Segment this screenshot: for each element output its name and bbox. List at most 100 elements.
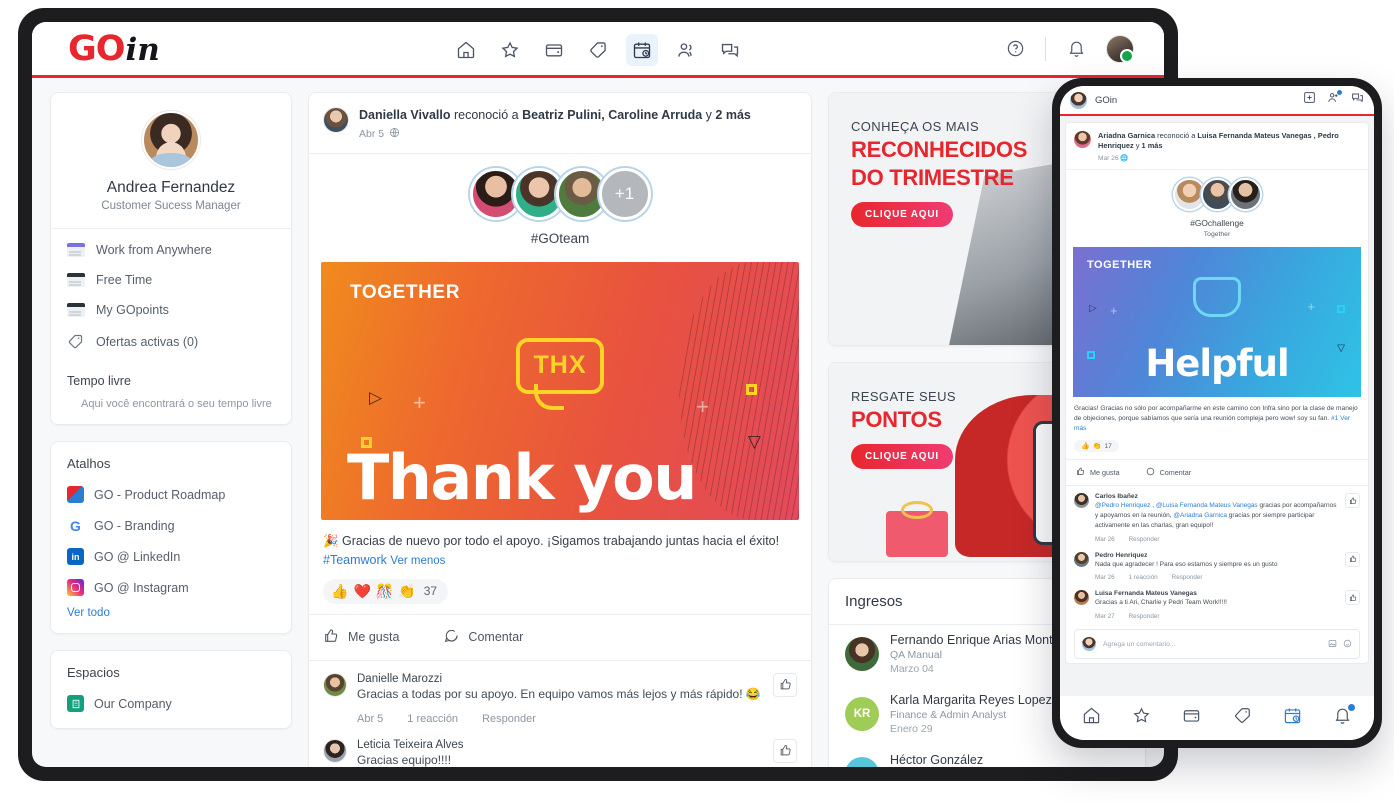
- mobile-comment-reactions[interactable]: 1 reacción: [1129, 574, 1158, 581]
- mobile-header: GOin: [1060, 86, 1374, 116]
- post-recipients[interactable]: Beatriz Pulini, Caroline Arruda: [522, 108, 702, 122]
- mobile-comment-author[interactable]: Carlos Ibañez: [1095, 493, 1339, 500]
- mobile-nav-home-icon[interactable]: [1082, 706, 1101, 730]
- emoji-picker-icon[interactable]: [1343, 635, 1352, 653]
- mobile-post-more-count[interactable]: 1 más: [1142, 141, 1163, 150]
- nav-people-icon[interactable]: [670, 34, 702, 66]
- comment-like-button[interactable]: [773, 672, 797, 697]
- add-post-icon[interactable]: [1303, 91, 1316, 109]
- mobile-comment-author[interactable]: Pedro Henriquez: [1095, 552, 1339, 559]
- mobile-post-hashtag[interactable]: #GOchallenge: [1066, 218, 1368, 228]
- mobile-comment-author[interactable]: Luisa Fernanda Mateus Vanegas: [1095, 590, 1339, 597]
- mobile-comment-like-button[interactable]: [1345, 551, 1360, 567]
- comment-avatar[interactable]: [323, 738, 347, 763]
- post-hashtag[interactable]: #GOteam: [309, 231, 811, 246]
- promo-cta-button[interactable]: CLIQUE AQUI: [851, 202, 953, 228]
- mobile-chat-icon[interactable]: [1351, 91, 1364, 109]
- promo-kicker: RESGATE SEUS: [851, 389, 956, 404]
- mobile-comment-reply-link[interactable]: Responder: [1172, 574, 1203, 581]
- notification-badge-dot: [1348, 704, 1356, 711]
- recipient-overflow-count[interactable]: +1: [598, 167, 651, 220]
- mobile-comment-avatar[interactable]: [1074, 590, 1089, 606]
- mobile-user-avatar[interactable]: [1070, 91, 1087, 109]
- nav-home-icon[interactable]: [450, 34, 482, 66]
- comment-text: Gracias a todas por su apoyo. En equipo …: [357, 686, 761, 701]
- sidebar-item-label: Free Time: [96, 273, 153, 287]
- nav-wallet-icon[interactable]: [538, 34, 570, 66]
- mobile-app-name: GOin: [1095, 94, 1118, 106]
- notification-bell-icon[interactable]: [1060, 33, 1092, 65]
- mobile-recipient-avatar[interactable]: [1228, 177, 1262, 211]
- shortcut-product-roadmap[interactable]: GO - Product Roadmap: [51, 479, 291, 510]
- building-icon: [67, 695, 84, 712]
- mention-1[interactable]: @Pedro Henriquez: [1095, 502, 1150, 509]
- mobile-reaction-count: 17: [1104, 442, 1112, 450]
- space-our-company[interactable]: Our Company: [51, 688, 291, 728]
- nav-chat-icon[interactable]: [714, 34, 746, 66]
- shortcut-linkedin[interactable]: in GO @ LinkedIn: [51, 541, 291, 572]
- add-people-icon[interactable]: [1327, 90, 1342, 109]
- comment-reply-link[interactable]: Responder: [482, 713, 536, 725]
- mention-3[interactable]: @Ariadna Garnica: [1173, 512, 1227, 519]
- comment-author[interactable]: Danielle Marozzi: [357, 673, 763, 685]
- user-avatar[interactable]: [1106, 34, 1134, 63]
- ingresos-person-row[interactable]: HG Héctor González Designer Enero 01: [829, 745, 1145, 767]
- mobile-nav-calendar-clock-icon[interactable]: [1283, 706, 1302, 730]
- triangle-decoration: ▽: [1337, 342, 1345, 354]
- mobile-post-body-tag[interactable]: #1: [1331, 415, 1338, 422]
- mobile-comment-reply-link[interactable]: Responder: [1129, 613, 1160, 620]
- mobile-comment-input[interactable]: Agrega un comentario...: [1103, 641, 1321, 648]
- mobile-post-author-avatar[interactable]: [1074, 131, 1091, 148]
- comment-button[interactable]: Comentar: [443, 628, 523, 647]
- nav-star-icon[interactable]: [494, 34, 526, 66]
- mobile-nav-bell-icon[interactable]: [1333, 704, 1356, 730]
- mobile-comment-text: Gracias a ti Ari, Charlie y Pedri Team W…: [1095, 599, 1227, 607]
- sidebar-item-free-time[interactable]: Free Time: [51, 265, 291, 295]
- shortcut-instagram[interactable]: GO @ Instagram: [51, 572, 291, 603]
- post-author-avatar[interactable]: [323, 107, 349, 133]
- shortcut-branding[interactable]: G GO - Branding: [51, 510, 291, 541]
- mobile-comment-reply-link[interactable]: Responder: [1129, 536, 1160, 543]
- mention-2[interactable]: @Luisa Fernanda Mateus Vanegas: [1156, 502, 1258, 509]
- sidebar-item-ofertas-activas[interactable]: Ofertas activas (0): [51, 325, 291, 358]
- mobile-post-author[interactable]: Ariadna Garnica: [1098, 131, 1155, 140]
- recipients-block: +1 #GOteam: [309, 154, 811, 256]
- comment-author[interactable]: Leticia Teixeira Alves: [357, 739, 763, 751]
- mobile-nav-wallet-icon[interactable]: [1182, 706, 1201, 730]
- nav-calendar-clock-icon[interactable]: [626, 34, 658, 66]
- promo-cta-button[interactable]: CLIQUE AQUI: [851, 444, 953, 470]
- mobile-comment-like-button[interactable]: [1345, 493, 1360, 509]
- mobile-reaction-summary[interactable]: 👍 👏 17: [1074, 440, 1119, 453]
- mobile-nav-star-icon[interactable]: [1132, 706, 1151, 730]
- post-text: 🎉 Gracias de nuevo por todo el apoyo. ¡S…: [323, 532, 797, 570]
- help-icon[interactable]: [999, 33, 1031, 65]
- post-more-count[interactable]: 2 más: [715, 108, 750, 122]
- mobile-comment-date: Mar 26: [1095, 574, 1115, 582]
- mobile-comment-button[interactable]: Comentar: [1146, 467, 1191, 478]
- post-date: Abr 5: [359, 127, 385, 140]
- brand-logo[interactable]: GO in: [32, 29, 160, 69]
- comment-reactions[interactable]: 1 reacción: [407, 713, 458, 725]
- mobile-comment-avatar[interactable]: [1074, 493, 1089, 509]
- profile-avatar[interactable]: [142, 111, 200, 169]
- mobile-nav-tag-icon[interactable]: [1233, 706, 1252, 730]
- top-navigation-bar: GO in: [32, 22, 1164, 78]
- comment-avatar[interactable]: [323, 672, 347, 697]
- shortcuts-see-all-link[interactable]: Ver todo: [51, 603, 126, 633]
- comment-like-button[interactable]: [773, 738, 797, 763]
- sidebar-item-my-gopoints[interactable]: My GOpoints: [51, 295, 291, 325]
- nav-tag-icon[interactable]: [582, 34, 614, 66]
- image-attach-icon[interactable]: [1328, 635, 1337, 653]
- post-author-name[interactable]: Daniella Vivallo: [359, 108, 450, 122]
- mobile-comment-like-button[interactable]: [1345, 590, 1360, 606]
- see-less-link[interactable]: Ver menos: [390, 555, 445, 567]
- reaction-summary[interactable]: 👍 ❤️ 🎊 👏 37: [323, 578, 449, 604]
- post-body-hashtag[interactable]: #Teamwork: [323, 553, 387, 567]
- like-button[interactable]: Me gusta: [323, 628, 399, 647]
- nav-icon-group: [32, 22, 1164, 78]
- mobile-comment-input-row[interactable]: Agrega un comentario...: [1074, 629, 1360, 660]
- mobile-feed: Ariadna Garnica reconoció a Luisa Fernan…: [1060, 116, 1374, 696]
- sidebar-item-work-from-anywhere[interactable]: Work from Anywhere: [51, 235, 291, 265]
- mobile-like-button[interactable]: Me gusta: [1076, 467, 1120, 478]
- mobile-comment-avatar[interactable]: [1074, 551, 1089, 567]
